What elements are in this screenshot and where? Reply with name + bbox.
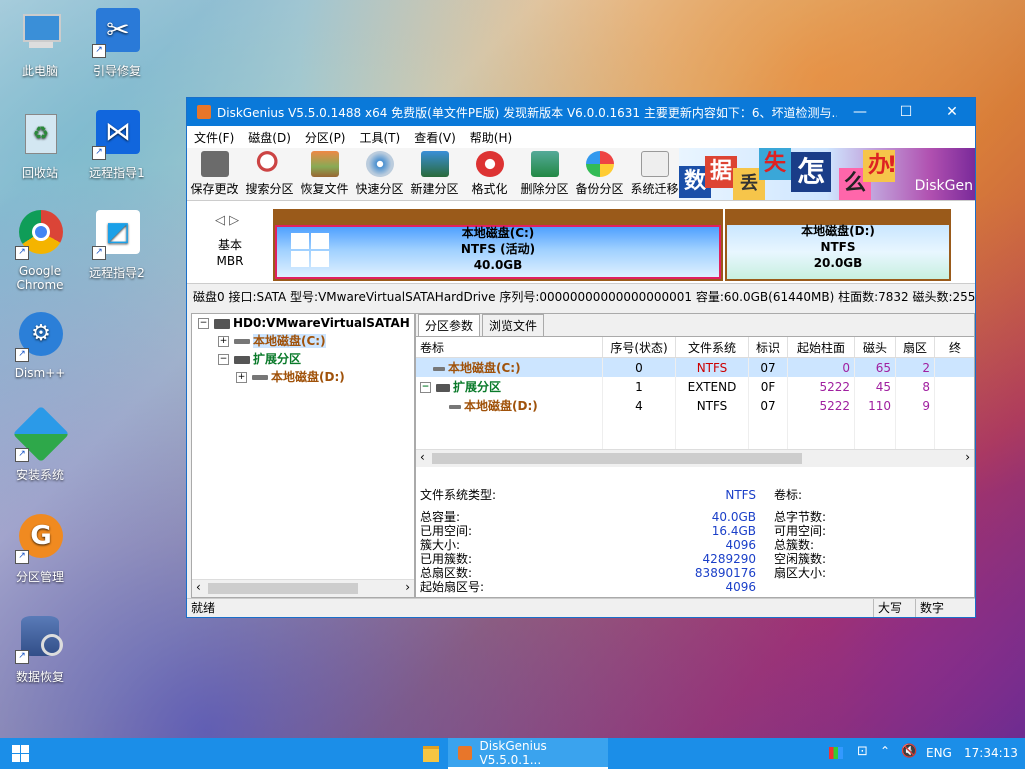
caps-indicator: 大写 (873, 599, 902, 617)
desktop-icon-remote-guide-2[interactable]: ◩ ↗ 远程指导2 (77, 210, 157, 281)
layers-icon (420, 151, 449, 177)
desktop-icon-remote-guide-1[interactable]: ⋈ ↗ 远程指导1 (77, 110, 157, 181)
save-changes-button[interactable]: 保存更改 (187, 151, 242, 200)
taskbar: DiskGenius V5.5.0.1... ⊡ ⌃ 🔇 ENG 17:34:1… (0, 738, 1025, 769)
app-icon (197, 105, 211, 119)
delete-partition-button[interactable]: 删除分区 (517, 151, 572, 200)
menu-partition[interactable]: 分区(P) (298, 129, 353, 146)
partition-d-block[interactable]: 本地磁盘(D:) NTFS 20.0GB (725, 209, 951, 281)
recycle-bin-icon: ♻ (15, 110, 65, 160)
remote-icon: ⋈ ↗ (92, 110, 142, 160)
partition-table: 卷标 序号(状态) 文件系统 标识 起始柱面 磁头 扇区 终 本地磁盘(C:) … (416, 337, 974, 453)
backup-icon (585, 151, 614, 177)
toolbar: 保存更改 搜索分区 恢复文件 快速分区 新建分区 格式化 删除分区 备份分区 系… (187, 148, 975, 201)
diskgenius-window: DiskGenius V5.5.0.1488 x64 免费版(单文件PE版) 发… (186, 97, 976, 618)
partition-c-block[interactable]: 本地磁盘(C:) NTFS (活动) 40.0GB (273, 209, 723, 281)
close-button[interactable]: ✕ (929, 104, 975, 120)
table-horizontal-scrollbar[interactable]: ‹ › (416, 449, 974, 467)
window-title: DiskGenius V5.5.0.1488 x64 免费版(单文件PE版) 发… (217, 105, 837, 120)
migration-icon (640, 151, 669, 177)
chrome-icon: ↗ (15, 210, 65, 260)
tab-bar: 分区参数 浏览文件 (416, 314, 974, 337)
disk-type-label: 基本 MBR (216, 238, 244, 268)
tab-partition-params[interactable]: 分区参数 (418, 314, 481, 336)
disk-info-line: 磁盘0 接口:SATA 型号:VMwareVirtualSATAHardDriv… (193, 290, 976, 304)
clock[interactable]: 17:34:13 (964, 746, 1018, 760)
partition-icon: G ↗ (15, 514, 65, 564)
tray-chevron-icon[interactable]: ⌃ (880, 744, 890, 758)
menu-help[interactable]: 帮助(H) (463, 129, 519, 146)
menu-bar: 文件(F) 磁盘(D) 分区(P) 工具(T) 查看(V) 帮助(H) (187, 126, 975, 148)
tray-volume-icon[interactable]: 🔇 (901, 744, 917, 759)
brand-text: DiskGen (914, 178, 973, 194)
menu-view[interactable]: 查看(V) (407, 129, 463, 146)
format-icon (475, 151, 504, 177)
new-partition-button[interactable]: 新建分区 (407, 151, 462, 200)
data-recovery-icon: ↗ (15, 614, 65, 664)
system-migration-button[interactable]: 系统迁移 (627, 151, 682, 200)
desktop-icon-chrome[interactable]: ↗ Google Chrome (0, 210, 80, 292)
tree-item-d[interactable]: + 本地磁盘(D:) (192, 368, 414, 386)
quick-partition-button[interactable]: 快速分区 (352, 151, 407, 200)
disk-nav-arrows[interactable]: ◁ ▷ (215, 213, 239, 228)
tray-display-icon[interactable] (829, 747, 843, 759)
tray-usb-icon[interactable]: ⊡ (857, 744, 868, 759)
tree-item-c[interactable]: + 本地磁盘(C:) (192, 332, 414, 350)
diskgenius-task-icon (458, 745, 472, 760)
title-bar[interactable]: DiskGenius V5.5.0.1488 x64 免费版(单文件PE版) 发… (187, 98, 975, 126)
recover-files-button[interactable]: 恢复文件 (297, 151, 352, 200)
format-button[interactable]: 格式化 (462, 151, 517, 200)
desktop-icon-this-pc[interactable]: 此电脑 (0, 8, 80, 79)
desktop-icon-data-recovery[interactable]: ↗ 数据恢复 (0, 614, 80, 685)
table-row[interactable]: 本地磁盘(D:) 4 NTFS 07 5222 110 9 (416, 396, 974, 415)
wrench-icon: ✂ ↗ (92, 8, 142, 58)
desktop-icon-dism[interactable]: ⚙ ↗ Dism++ (0, 312, 80, 380)
start-button[interactable] (0, 738, 40, 769)
filesystem-info: 文件系统类型: NTFS 卷标: 总容量: 40.0GB 总字节数: 已用空间: 16… (420, 488, 827, 594)
install-icon: ↗ (12, 405, 70, 463)
drive-icon (234, 339, 250, 344)
maximize-button[interactable]: ☐ (883, 104, 929, 120)
search-icon (255, 151, 284, 177)
tab-browse-files[interactable]: 浏览文件 (482, 314, 545, 336)
desktop-icon-install-system[interactable]: ↗ 安装系统 (0, 405, 80, 483)
language-indicator[interactable]: ENG (926, 746, 952, 760)
disk-map: ◁ ▷ 基本 MBR 本地磁盘(C:) NTFS (活动) 40.0GB 本地磁… (187, 201, 975, 284)
search-partition-button[interactable]: 搜索分区 (242, 151, 297, 200)
windows-start-icon (11, 745, 29, 762)
taskbar-diskgenius[interactable]: DiskGenius V5.5.0.1... (448, 738, 608, 769)
disk-tree-panel: − HD0:VMwareVirtualSATAH + 本地磁盘(C:) − 扩展分区 … (191, 313, 415, 598)
menu-tools[interactable]: 工具(T) (353, 129, 408, 146)
drive-icon (252, 375, 268, 380)
save-icon (200, 151, 229, 177)
disc-icon (365, 151, 394, 177)
status-bar: 就绪 大写 数字 (187, 598, 975, 617)
table-row[interactable]: − 扩展分区 1 EXTEND 0F 5222 45 8 (416, 377, 974, 396)
drive-icon (234, 355, 250, 364)
gear-icon: ⚙ ↗ (15, 312, 65, 362)
tree-disk-root[interactable]: − HD0:VMwareVirtualSATAH (192, 314, 414, 332)
tree-item-extended[interactable]: − 扩展分区 (192, 350, 414, 368)
menu-file[interactable]: 文件(F) (187, 129, 241, 146)
partition-details-panel: 分区参数 浏览文件 卷标 序号(状态) 文件系统 标识 起始柱面 磁头 扇区 终… (415, 313, 975, 598)
promo-banner[interactable]: 数 据 丢 失 怎 么 办 ! DiskGen (679, 148, 975, 200)
num-indicator: 数字 (915, 599, 944, 617)
desktop-icon-partition-manager[interactable]: G ↗ 分区管理 (0, 514, 80, 585)
trash-icon (530, 151, 559, 177)
computer-icon (15, 8, 65, 58)
remote-icon: ◩ ↗ (92, 210, 142, 260)
file-explorer-icon[interactable] (423, 746, 439, 762)
status-text: 就绪 (191, 601, 216, 615)
minimize-button[interactable]: — (837, 104, 883, 120)
recover-icon (310, 151, 339, 177)
desktop-icon-boot-repair[interactable]: ✂ ↗ 引导修复 (77, 8, 157, 79)
desktop-icon-recycle-bin[interactable]: ♻ 回收站 (0, 110, 80, 181)
menu-disk[interactable]: 磁盘(D) (241, 129, 298, 146)
tree-horizontal-scrollbar[interactable]: ‹ › (192, 579, 414, 597)
backup-partition-button[interactable]: 备份分区 (572, 151, 627, 200)
table-row[interactable]: 本地磁盘(C:) 0 NTFS 07 0 65 2 (416, 357, 974, 377)
